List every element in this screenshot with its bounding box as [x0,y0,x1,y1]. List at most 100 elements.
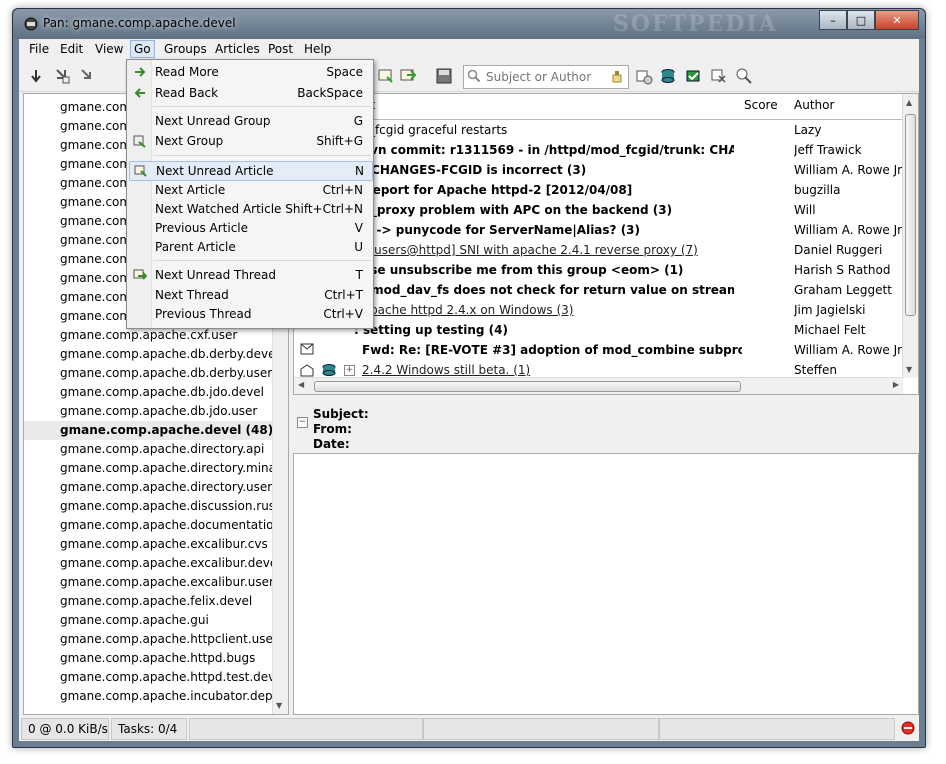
get-new-headers-icon[interactable] [27,67,45,85]
column-score[interactable]: Score [744,98,778,116]
group-row[interactable]: gmane.comp.apache.directory.api [60,440,264,459]
group-row[interactable]: gmane.comp.apache.felix.devel [60,592,252,611]
menu-item-next-group[interactable]: Next Group Shift+G [129,132,371,151]
article-body-pane[interactable] [293,453,919,715]
article-row[interactable]: : setting up testing (4) Michael Felt [294,320,904,340]
menu-view[interactable]: View [95,42,123,56]
menu-post[interactable]: Post [268,42,293,56]
group-row[interactable]: gmane.comp.apache.db.derby.user [60,364,272,383]
article-subject: od_fcgid graceful restarts [354,123,508,137]
menu-item-previous-thread[interactable]: Previous Thread Ctrl+V [129,305,371,324]
scroll-down-icon[interactable]: ▼ [906,365,912,374]
group-row[interactable]: gmane.comp.apache.db.derby.devel [60,345,279,364]
next-thread-toolbar-icon[interactable] [399,67,417,85]
complete-filter-icon[interactable] [685,67,703,85]
article-row[interactable]: od_proxy problem with APC on the backend… [294,200,904,220]
group-row[interactable]: gmane.comp.apache.db.jdo.user [60,402,257,421]
close-button[interactable]: ✕ [875,10,919,30]
menu-help[interactable]: Help [304,42,331,56]
article-subject: e: CHANGES-FCGID is incorrect (3) [354,163,587,177]
menu-groups[interactable]: Groups [164,42,207,56]
menu-item-next-unread-thread[interactable]: Next Unread Thread T [129,266,371,285]
menu-item-read-back[interactable]: Read Back BackSpace [129,84,371,103]
group-row[interactable]: gmane.comp.apache.gui [60,611,209,630]
watched-filter-icon[interactable] [735,67,753,85]
menu-edit[interactable]: Edit [60,42,83,56]
article-row[interactable]: e: CHANGES-FCGID is incorrect (3) Willia… [294,160,904,180]
article-subject: ease unsubscribe me from this group <eom… [354,263,684,277]
menu-articles[interactable]: Articles [215,42,260,56]
menu-item-shortcut: G [353,114,363,128]
maximize-button[interactable]: □ [847,10,875,30]
title-bar[interactable]: Pan: gmane.comp.apache.devel SOFTPEDIA –… [13,9,925,39]
group-row[interactable]: gmane.comp.apache.directory.user [60,478,272,497]
column-author[interactable]: Author [794,98,834,116]
download-icon[interactable] [79,67,97,85]
search-box[interactable] [463,65,629,89]
expand-thread-icon[interactable]: + [344,365,355,376]
speed-status: 0 @ 0.0 KiB/s [21,718,109,740]
group-row[interactable]: gmane.comp.apache.excalibur.user [60,573,274,592]
date-label: Date: [313,437,350,451]
header-pane-hscroll[interactable]: ◀ ▶ [294,377,903,394]
group-row[interactable]: gmane.comp.apache.db.jdo.devel [60,383,264,402]
menu-item-next-watched-article[interactable]: Next Watched Article Shift+Ctrl+N [129,200,371,219]
vscroll-thumb[interactable] [905,114,916,316]
article-author: Will [794,203,816,217]
menu-item-next-unread-article[interactable]: Next Unread Article N [129,161,373,181]
menu-item-read-more[interactable]: Read More Space [129,63,371,82]
menu-item-shortcut: V [354,221,363,235]
search-icon [467,69,481,83]
group-row[interactable]: gmane.comp.apache.discussion.russiar [60,497,288,516]
article-author: Michael Felt [794,323,866,337]
article-row[interactable]: f-8 -> punycode for ServerName|Alias? (3… [294,220,904,240]
menu-item-parent-article[interactable]: Parent Article U [129,238,371,257]
header-pane-vscroll[interactable]: ▲ ▼ [902,94,918,378]
article-row[interactable]: d: [users@httpd] SNI with apache 2.4.1 r… [294,240,904,260]
article-row[interactable]: g report for Apache httpd-2 [2012/04/08]… [294,180,904,200]
collapse-headers-icon[interactable]: − [297,417,308,428]
group-row-selected[interactable]: gmane.comp.apache.devel (48) [24,421,288,440]
next-article-toolbar-icon[interactable] [377,67,395,85]
group-row[interactable]: gmane.comp.apache.httpd.bugs [60,649,255,668]
article-row[interactable]: od_fcgid graceful restarts Lazy [294,120,904,140]
cached-article-icon [322,364,336,376]
menu-file[interactable]: File [29,42,49,56]
scroll-left-icon[interactable]: ◀ [298,380,304,389]
article-row[interactable]: : svn commit: r1311569 - in /httpd/mod_f… [294,140,904,160]
menu-item-shortcut: Ctrl+V [323,307,363,321]
group-row[interactable]: gmane.comp.apache.documentation [60,516,281,535]
group-row[interactable]: gmane.comp.apache.excalibur.devel [60,554,281,573]
get-headers-subscribed-icon[interactable] [53,67,71,85]
scroll-right-icon[interactable]: ▶ [893,380,899,389]
article-row[interactable]: Fwd: Re: [RE-VOTE #3] adoption of mod_co… [294,340,904,360]
search-filter-icon[interactable] [610,69,624,83]
scroll-up-icon[interactable]: ▲ [906,98,912,107]
article-row[interactable]: : Apache httpd 2.4.x on Windows (3) Jim … [294,300,904,320]
group-row[interactable]: gmane.comp.apache.excalibur.cvs [60,535,268,554]
menu-item-next-unread-group[interactable]: Next Unread Group G [129,112,371,131]
cached-filter-icon[interactable] [660,67,678,85]
menu-item-next-thread[interactable]: Next Thread Ctrl+T [129,286,371,305]
menu-go[interactable]: Go [130,40,155,58]
group-row[interactable]: gmane.comp.apache.directory.mina.de [60,459,288,478]
article-row[interactable]: e: mod_dav_fs does not check for return … [294,280,904,300]
search-input[interactable] [484,68,603,86]
minimize-button[interactable]: – [819,10,847,30]
menu-item-shortcut: Shift+Ctrl+N [285,202,363,216]
scroll-down-icon[interactable]: ▼ [276,701,282,710]
header-pane[interactable]: ct Score Author od_fcgid graceful restar… [293,93,919,395]
hscroll-thumb[interactable] [314,381,741,392]
menu-item-shortcut: Space [326,65,363,79]
group-row[interactable]: gmane.comp.apache.httpclient.user [60,630,278,649]
article-row[interactable]: ease unsubscribe me from this group <eom… [294,260,904,280]
tasks-status[interactable]: Tasks: 0/4 [111,718,187,740]
save-icon[interactable] [435,67,453,85]
group-row[interactable]: gmane.comp.apache.httpd.test.devel [60,668,286,687]
menu-item-previous-article[interactable]: Previous Article V [129,219,371,238]
error-stop-icon[interactable] [901,721,915,735]
group-row[interactable]: gmane.comp.apache.incubator.depot.c [60,687,288,706]
score-filter-icon[interactable] [710,67,728,85]
menu-item-next-article[interactable]: Next Article Ctrl+N [129,181,371,200]
read-filter-icon[interactable] [635,67,653,85]
